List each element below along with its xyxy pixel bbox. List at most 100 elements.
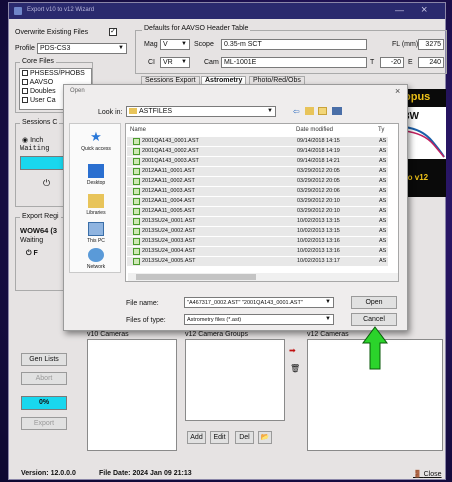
file-row[interactable]: 2013SU24_0001.AST 10/02/2013 13:15 AS bbox=[127, 217, 388, 226]
core-file-item[interactable]: AAVSO bbox=[22, 79, 53, 86]
file-row[interactable]: 2013SU24_0003.AST 10/02/2013 13:16 AS bbox=[127, 237, 388, 246]
checkbox-icon bbox=[22, 79, 28, 86]
overwrite-checkbox[interactable]: ✓ bbox=[109, 28, 117, 36]
place-desktop[interactable]: Desktop bbox=[70, 164, 122, 186]
fl-input[interactable]: 3275 bbox=[418, 39, 444, 50]
view-menu-icon[interactable] bbox=[332, 107, 342, 115]
close-window-button[interactable]: × bbox=[421, 4, 427, 16]
file-name: 2012AA11_0003.AST bbox=[142, 188, 195, 194]
core-files-title: Core Files bbox=[20, 58, 56, 65]
file-list[interactable]: Name Date modified Ty 2001QA143_0001.AST… bbox=[125, 123, 399, 282]
v12-camera-groups-label: v12 Camera Groups bbox=[185, 331, 249, 338]
file-row[interactable]: 2013SU24_0004.AST 10/02/2013 13:16 AS bbox=[127, 247, 388, 256]
refresh-icon[interactable]: ⏻ bbox=[43, 178, 50, 189]
core-file-item[interactable]: PHSESS/PHOBS bbox=[22, 70, 85, 77]
file-row[interactable]: 2012AA11_0004.AST 03/29/2012 20:10 AS bbox=[127, 197, 388, 206]
e-input[interactable]: 240 bbox=[418, 57, 444, 68]
open-button[interactable]: Open bbox=[351, 296, 397, 309]
edit-button[interactable]: Edit bbox=[210, 431, 229, 444]
ci-select[interactable]: VR ▼ bbox=[160, 57, 190, 68]
scope-label: Scope bbox=[194, 41, 214, 48]
file-icon bbox=[133, 258, 140, 265]
file-row[interactable]: 2012AA11_0002.AST 03/29/2012 20:05 AS bbox=[127, 177, 388, 186]
minimize-button[interactable]: — bbox=[395, 5, 404, 15]
mag-select[interactable]: V ▼ bbox=[160, 39, 190, 50]
file-icon bbox=[133, 188, 140, 195]
file-row[interactable]: 2001QA143_0002.AST 09/14/2018 14:19 AS bbox=[127, 147, 388, 156]
cam-input[interactable]: ML-1001E bbox=[221, 57, 367, 68]
trash-icon[interactable]: 🗑 bbox=[290, 364, 300, 373]
cancel-button[interactable]: Cancel bbox=[351, 313, 397, 326]
place-this-pc[interactable]: This PC bbox=[70, 222, 122, 244]
t-input[interactable]: -20 bbox=[380, 57, 404, 68]
file-row[interactable]: 2012AA11_0003.AST 03/29/2012 20:06 AS bbox=[127, 187, 388, 196]
place-libraries[interactable]: Libraries bbox=[70, 194, 122, 216]
column-header-name[interactable]: Name bbox=[130, 127, 146, 133]
look-in-select[interactable]: ASTFILES ▼ bbox=[126, 106, 276, 117]
tab-sessions-export[interactable]: Sessions Export bbox=[141, 76, 200, 84]
file-type: AS bbox=[379, 208, 387, 214]
v12-camera-groups-list[interactable] bbox=[185, 339, 285, 421]
dialog-close-icon[interactable]: × bbox=[395, 86, 400, 96]
file-row[interactable]: 2013SU24_0005.AST 10/02/2013 13:17 AS bbox=[127, 257, 388, 266]
column-header-type[interactable]: Ty bbox=[378, 127, 384, 133]
chevron-down-icon: ▼ bbox=[325, 299, 331, 305]
file-row[interactable]: 2012AA11_0001.AST 03/29/2012 20:05 AS bbox=[127, 167, 388, 176]
sessions-radio-label: Inch bbox=[30, 137, 44, 144]
file-date: 09/14/2018 14:21 bbox=[297, 158, 340, 164]
del-button[interactable]: Del bbox=[235, 431, 254, 444]
close-button[interactable]: 🚪 Close bbox=[413, 470, 442, 478]
export-radio[interactable]: ⏻ F bbox=[26, 250, 38, 258]
gen-lists-button[interactable]: Gen Lists bbox=[21, 353, 67, 366]
export-title: Export Regi bbox=[20, 213, 61, 220]
up-folder-icon[interactable] bbox=[305, 107, 314, 115]
sessions-radio[interactable]: ◉ Inch bbox=[22, 136, 43, 144]
place-quick-access[interactable]: ★ Quick access bbox=[70, 130, 122, 153]
core-file-item[interactable]: Doubles bbox=[22, 88, 56, 95]
file-row[interactable]: 2012AA11_0005.AST 03/29/2012 20:10 AS bbox=[127, 207, 388, 216]
place-label: Desktop bbox=[86, 180, 106, 186]
file-date: 09/14/2018 14:19 bbox=[297, 148, 340, 154]
files-of-type-select[interactable]: Astrometry files (*.ast) ▼ bbox=[184, 314, 334, 325]
checkbox-icon bbox=[22, 97, 28, 104]
dialog-title: Open bbox=[70, 88, 85, 94]
back-icon[interactable]: ⇦ bbox=[293, 107, 300, 116]
file-date: 10/02/2013 13:16 bbox=[297, 248, 340, 254]
file-icon bbox=[133, 138, 140, 145]
tab-astrometry[interactable]: Astrometry bbox=[201, 76, 247, 84]
place-label: Network bbox=[86, 264, 106, 270]
title-bar[interactable]: Export v10 to v12 Wizard — × bbox=[9, 3, 445, 19]
file-row[interactable]: 2013SU24_0002.AST 10/02/2013 13:15 AS bbox=[127, 227, 388, 236]
aavso-header-title: Defaults for AAVSO Header Table bbox=[142, 25, 251, 32]
checkbox-icon bbox=[22, 88, 28, 95]
v12-cameras-label: v12 Cameras bbox=[307, 331, 349, 338]
tab-photo-red-obs[interactable]: Photo/Red/Obs bbox=[249, 76, 305, 84]
scrollbar-thumb[interactable] bbox=[136, 274, 256, 280]
scope-input[interactable]: 0.35-m SCT bbox=[221, 39, 367, 50]
file-date: 09/14/2018 14:15 bbox=[297, 138, 340, 144]
library-icon bbox=[88, 194, 104, 208]
new-folder-icon[interactable] bbox=[318, 107, 327, 115]
folder-icon[interactable]: 📂 bbox=[258, 431, 272, 444]
horizontal-scrollbar[interactable] bbox=[128, 273, 398, 281]
export-status: Waiting bbox=[20, 237, 44, 244]
profile-select[interactable]: PDS-CS3 ▼ bbox=[37, 43, 127, 54]
file-icon bbox=[133, 148, 140, 155]
chevron-down-icon: ▼ bbox=[181, 59, 187, 65]
core-file-item[interactable]: User Ca bbox=[22, 97, 56, 104]
place-network[interactable]: Network bbox=[70, 248, 122, 270]
column-header-date[interactable]: Date modified bbox=[296, 127, 333, 133]
file-name: 2012AA11_0002.AST bbox=[142, 178, 195, 184]
add-button[interactable]: Add bbox=[187, 431, 206, 444]
file-row[interactable]: 2001QA143_0001.AST 09/14/2018 14:15 AS bbox=[127, 137, 388, 146]
files-of-type-value: Astrometry files (*.ast) bbox=[187, 317, 242, 323]
abort-button[interactable]: Abort bbox=[21, 372, 67, 385]
desktop-icon bbox=[88, 164, 104, 178]
v10-cameras-list[interactable] bbox=[87, 339, 177, 451]
file-row[interactable]: 2001QA143_0003.AST 09/14/2018 14:21 AS bbox=[127, 157, 388, 166]
export-button[interactable]: Export bbox=[21, 417, 67, 430]
file-name-input[interactable]: "A467317_0002.AST" "2001QA143_0001.AST" … bbox=[184, 297, 334, 308]
move-right-icon[interactable]: ➡ bbox=[289, 346, 296, 355]
place-label: Quick access bbox=[81, 146, 111, 152]
files-of-type-label: Files of type: bbox=[126, 317, 166, 324]
